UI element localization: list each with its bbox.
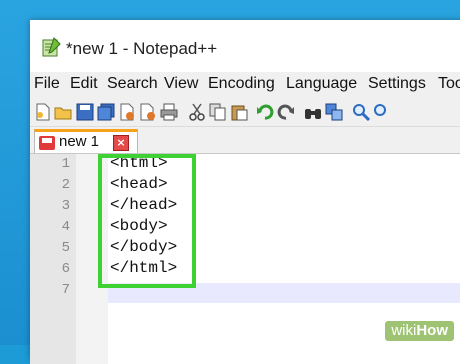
menu-tools[interactable]: Too — [438, 75, 460, 93]
line-number: 7 — [61, 282, 70, 298]
close-all-icon[interactable] — [139, 103, 157, 121]
wikihow-watermark: wikiHow — [385, 321, 454, 341]
zoom-out-icon[interactable] — [373, 103, 391, 121]
tab-new-1[interactable]: new 1 × — [34, 129, 138, 153]
cut-icon[interactable] — [188, 103, 206, 121]
menu-file[interactable]: File — [34, 75, 60, 93]
open-file-icon[interactable] — [54, 103, 72, 121]
highlight-box — [98, 154, 196, 288]
tab-label: new 1 — [59, 133, 100, 150]
paste-icon[interactable] — [230, 103, 248, 121]
menu-settings[interactable]: Settings — [368, 75, 426, 93]
zoom-in-icon[interactable] — [352, 103, 370, 121]
print-icon[interactable] — [160, 103, 178, 121]
notepad-window: *new 1 - Notepad++ File Edit Search View… — [30, 20, 460, 364]
title-bar[interactable]: *new 1 - Notepad++ — [30, 20, 460, 72]
menu-edit[interactable]: Edit — [70, 75, 98, 93]
menu-search[interactable]: Search — [107, 75, 158, 93]
find-icon[interactable] — [304, 103, 322, 121]
undo-icon[interactable] — [256, 103, 274, 121]
line-number: 5 — [61, 240, 70, 256]
tab-close-button[interactable]: × — [113, 135, 129, 151]
close-icon[interactable] — [118, 103, 136, 121]
watermark-suffix: How — [416, 322, 448, 339]
save-all-icon[interactable] — [97, 103, 115, 121]
copy-icon[interactable] — [209, 103, 227, 121]
tab-strip: new 1 × — [30, 127, 460, 154]
window-title: *new 1 - Notepad++ — [66, 39, 218, 58]
replace-icon[interactable] — [325, 103, 343, 121]
watermark-prefix: wiki — [391, 322, 417, 339]
toolbar — [30, 98, 460, 127]
menu-language[interactable]: Language — [286, 75, 357, 93]
line-number: 4 — [61, 219, 70, 235]
line-number: 2 — [61, 177, 70, 193]
line-number: 3 — [61, 198, 70, 214]
line-number: 6 — [61, 261, 70, 277]
menu-bar: File Edit Search View Encoding Language … — [30, 72, 460, 98]
unsaved-file-icon — [39, 136, 55, 150]
menu-encoding[interactable]: Encoding — [208, 75, 275, 93]
notepad-app-icon — [42, 37, 61, 57]
menu-view[interactable]: View — [164, 75, 198, 93]
save-icon[interactable] — [76, 103, 94, 121]
line-number: 1 — [61, 156, 70, 172]
new-file-icon[interactable] — [34, 103, 52, 121]
redo-icon[interactable] — [277, 103, 295, 121]
